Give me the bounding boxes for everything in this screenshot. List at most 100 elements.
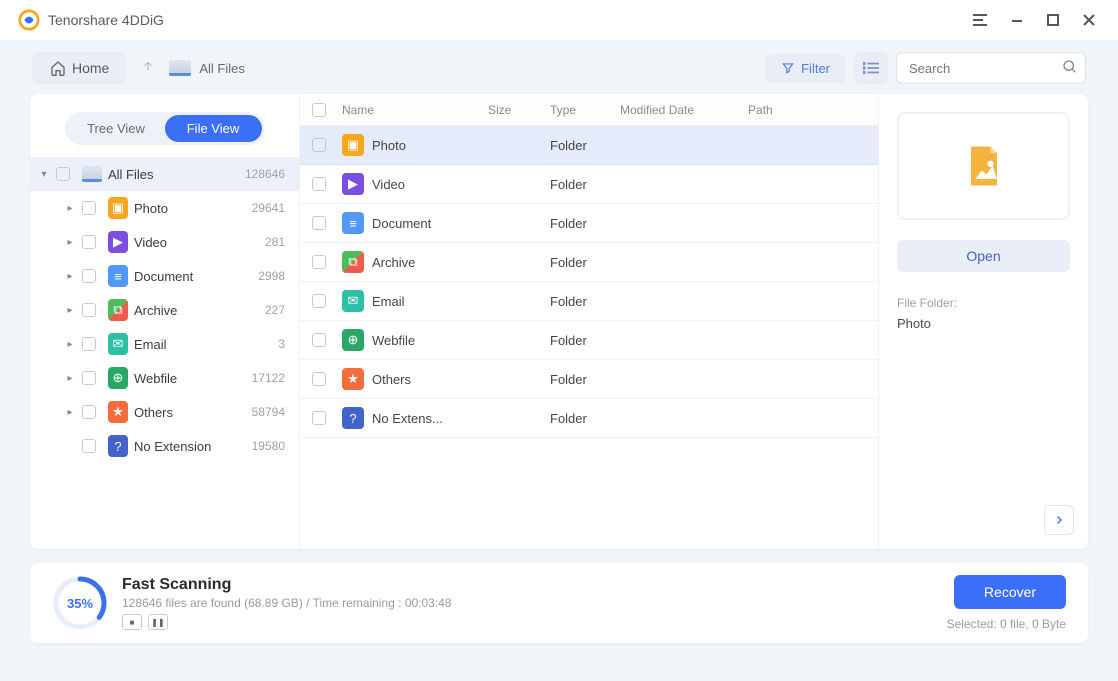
row-type: Folder: [550, 294, 620, 309]
filter-button[interactable]: Filter: [765, 54, 846, 83]
checkbox[interactable]: [312, 177, 326, 191]
tree-root-count: 128646: [245, 167, 285, 181]
tree-item-noext[interactable]: ?No Extension19580: [30, 429, 299, 463]
pause-button[interactable]: ❚❚: [148, 614, 168, 630]
maximize-icon[interactable]: [1042, 9, 1064, 31]
menu-icon[interactable]: [970, 9, 992, 31]
col-path[interactable]: Path: [748, 103, 878, 117]
tree-item-label: No Extension: [134, 439, 252, 454]
row-type: Folder: [550, 372, 620, 387]
tree-item-photo[interactable]: ▸ ▣ Photo29641: [30, 191, 299, 225]
row-name: Webfile: [372, 333, 415, 348]
table-row[interactable]: ⊕ Webfile Folder: [300, 321, 878, 360]
row-name: Video: [372, 177, 405, 192]
table-row[interactable]: ▣ Photo Folder: [300, 126, 878, 165]
tree-item-count: 58794: [252, 405, 285, 419]
caret-right-icon[interactable]: ▸: [64, 407, 76, 418]
tree-item-label: Photo: [134, 201, 252, 216]
caret-right-icon[interactable]: ▸: [64, 339, 76, 350]
photo-icon: ▣: [108, 198, 128, 218]
tree-item-label: Others: [134, 405, 252, 420]
tree-item-count: 29641: [252, 201, 285, 215]
webfile-icon: ⊕: [108, 368, 128, 388]
checkbox[interactable]: [312, 372, 326, 386]
caret-right-icon[interactable]: ▸: [64, 305, 76, 316]
tab-file-view[interactable]: File View: [165, 115, 262, 142]
close-icon[interactable]: [1078, 9, 1100, 31]
row-type: Folder: [550, 333, 620, 348]
table-row[interactable]: ★ Others Folder: [300, 360, 878, 399]
search-input[interactable]: [896, 52, 1086, 84]
checkbox[interactable]: [56, 167, 70, 181]
row-name: Others: [372, 372, 411, 387]
tree-item-document[interactable]: ▸≡Document2998: [30, 259, 299, 293]
checkbox[interactable]: [82, 371, 96, 385]
others-icon: ★: [342, 368, 364, 390]
caret-right-icon[interactable]: ▸: [64, 237, 76, 248]
document-icon: ≡: [342, 212, 364, 234]
checkbox[interactable]: [312, 216, 326, 230]
checkbox[interactable]: [82, 235, 96, 249]
row-name: No Extens...: [372, 411, 443, 426]
checkbox[interactable]: [312, 333, 326, 347]
checkbox[interactable]: [312, 138, 326, 152]
table-row[interactable]: ⧉ArchiveFolder: [300, 243, 878, 282]
caret-right-icon[interactable]: ▸: [64, 271, 76, 282]
open-button[interactable]: Open: [897, 240, 1070, 272]
tree-item-others[interactable]: ▸★Others58794: [30, 395, 299, 429]
scan-title: Fast Scanning: [122, 576, 947, 594]
row-type: Folder: [550, 138, 620, 153]
checkbox[interactable]: [312, 294, 326, 308]
table-row[interactable]: ✉EmailFolder: [300, 282, 878, 321]
webfile-icon: ⊕: [342, 329, 364, 351]
checkbox[interactable]: [82, 337, 96, 351]
table-row[interactable]: ▶VideoFolder: [300, 165, 878, 204]
tree-item-video[interactable]: ▸▶Video281: [30, 225, 299, 259]
caret-right-icon[interactable]: ▸: [64, 203, 76, 214]
tree-item-email[interactable]: ▸✉Email3: [30, 327, 299, 361]
table-row[interactable]: ?No Extens...Folder: [300, 399, 878, 438]
tab-tree-view[interactable]: Tree View: [68, 115, 165, 142]
checkbox[interactable]: [312, 411, 326, 425]
home-label: Home: [72, 60, 109, 76]
preview-meta-value: Photo: [897, 316, 1070, 331]
recover-button[interactable]: Recover: [954, 575, 1066, 609]
breadcrumb[interactable]: All Files: [199, 61, 245, 76]
tree-item-webfile[interactable]: ▸⊕Webfile17122: [30, 361, 299, 395]
table-row[interactable]: ≡DocumentFolder: [300, 204, 878, 243]
preview-thumbnail: [897, 112, 1070, 220]
row-type: Folder: [550, 177, 620, 192]
up-icon[interactable]: [141, 59, 155, 78]
checkbox[interactable]: [82, 201, 96, 215]
checkbox[interactable]: [82, 405, 96, 419]
checkbox[interactable]: [82, 269, 96, 283]
stop-button[interactable]: ■: [122, 614, 142, 630]
checkbox[interactable]: [312, 255, 326, 269]
next-button[interactable]: [1044, 505, 1074, 535]
row-name: Photo: [372, 138, 406, 153]
tree-root[interactable]: ▾ All Files 128646: [30, 157, 299, 191]
row-name: Archive: [372, 255, 415, 270]
toolbar: Home All Files Filter: [30, 48, 1088, 94]
photo-icon: ▣: [342, 134, 364, 156]
caret-down-icon[interactable]: ▾: [38, 169, 50, 180]
checkbox[interactable]: [82, 303, 96, 317]
checkbox-all[interactable]: [312, 103, 326, 117]
col-name[interactable]: Name: [338, 103, 488, 117]
search-icon[interactable]: [1062, 59, 1078, 80]
noext-icon: ?: [342, 407, 364, 429]
list-mode-button[interactable]: [854, 52, 888, 84]
col-type[interactable]: Type: [550, 103, 620, 117]
col-modified[interactable]: Modified Date: [620, 103, 748, 117]
col-size[interactable]: Size: [488, 103, 550, 117]
archive-icon: ⧉: [108, 300, 128, 320]
caret-right-icon[interactable]: ▸: [64, 373, 76, 384]
home-button[interactable]: Home: [32, 52, 127, 84]
tree-item-archive[interactable]: ▸⧉Archive227: [30, 293, 299, 327]
selected-info: Selected: 0 file, 0 Byte: [947, 617, 1066, 631]
checkbox[interactable]: [82, 439, 96, 453]
minimize-icon[interactable]: [1006, 9, 1028, 31]
tree-item-label: Email: [134, 337, 278, 352]
breadcrumb-disk-icon: [169, 60, 191, 76]
tree-item-label: Webfile: [134, 371, 252, 386]
